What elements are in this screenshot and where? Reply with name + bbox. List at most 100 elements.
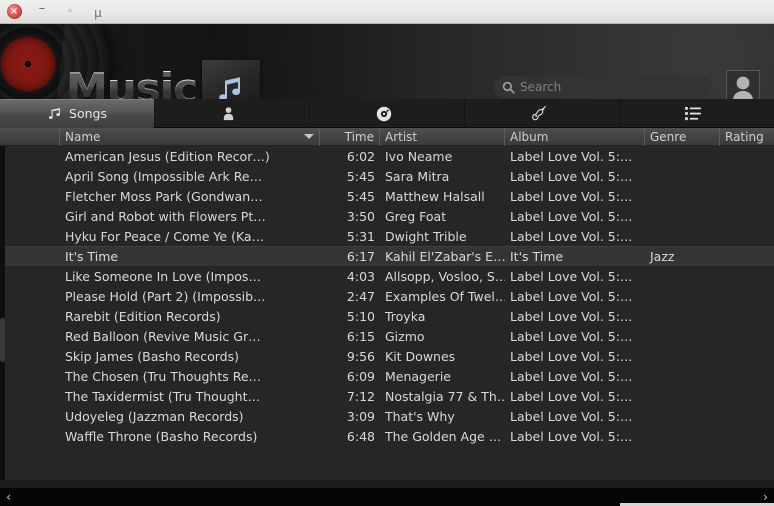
user-avatar-icon — [733, 76, 753, 99]
cell-genre — [645, 206, 720, 226]
table-row[interactable]: American Jesus (Edition Recor…) 6:02 Ivo N… — [0, 146, 774, 166]
cell-album: Label Love Vol. 5:… — [510, 348, 633, 364]
list-icon — [685, 106, 701, 121]
column-header-name[interactable]: Name — [60, 127, 320, 146]
window-maximize-button[interactable]: ◦ — [56, 0, 84, 24]
tab-albums[interactable] — [310, 99, 465, 128]
page-title: Music — [66, 64, 198, 99]
menu-icon: μ — [94, 5, 102, 20]
column-header-album[interactable]: Album — [505, 127, 645, 146]
song-list[interactable]: American Jesus (Edition Recor…) 6:02 Ivo N… — [0, 146, 774, 480]
cell-time: 6:17 — [346, 248, 375, 264]
table-row[interactable]: It's Time 6:17 Kahil El'Zabar's E… It's Tim… — [0, 246, 774, 266]
cell-artist: The Golden Age … — [385, 428, 502, 444]
table-row[interactable]: Rarebit (Edition Records) 5:10 Troyka Label… — [0, 306, 774, 326]
row-gutter — [0, 326, 60, 346]
cell-name: Hyku For Peace / Come Ye (Ka… — [65, 228, 265, 244]
music-note-icon — [219, 77, 240, 99]
cell-name: Waffle Throne (Basho Records) — [65, 428, 258, 444]
cell-time: 5:45 — [346, 168, 375, 184]
search-input[interactable] — [520, 80, 704, 94]
column-header-genre-label: Genre — [650, 129, 687, 144]
cell-rating — [720, 266, 774, 286]
cell-artist: Allsopp, Vosloo, S… — [385, 268, 505, 284]
tab-genres[interactable] — [465, 99, 620, 128]
cell-time: 2:47 — [346, 288, 375, 304]
window-close-button[interactable]: × — [0, 0, 28, 24]
window-minimize-button[interactable]: – — [28, 0, 56, 24]
cell-artist: Troyka — [385, 308, 426, 324]
status-strip — [0, 480, 774, 487]
tab-bar: Songs — [0, 99, 774, 128]
cell-name: April Song (Impossible Ark Re… — [65, 168, 263, 184]
minimize-icon: – — [38, 1, 46, 16]
cell-rating — [720, 326, 774, 346]
table-row[interactable]: Fletcher Moss Park (Gondwan… 5:45 Matthew … — [0, 186, 774, 206]
cell-genre — [645, 166, 720, 186]
column-header-time-label: Time — [344, 129, 374, 144]
scroll-left-icon[interactable]: ‹ — [0, 488, 17, 506]
music-note-icon — [48, 107, 60, 120]
cell-artist: Ivo Neame — [385, 148, 453, 164]
cell-album: Label Love Vol. 5:… — [510, 408, 633, 424]
cell-rating — [720, 366, 774, 386]
table-row[interactable]: The Taxidermist (Tru Thought… 7:12 Nostalg… — [0, 386, 774, 406]
cell-album: Label Love Vol. 5:… — [510, 428, 633, 444]
cell-rating — [720, 286, 774, 306]
cell-genre — [645, 346, 720, 366]
table-row[interactable]: Girl and Robot with Flowers Pt… 3:50 Greg … — [0, 206, 774, 226]
cell-album: Label Love Vol. 5:… — [510, 288, 633, 304]
table-row[interactable]: Like Someone In Love (Impos… 4:03 Allsopp,… — [0, 266, 774, 286]
cell-time: 3:09 — [346, 408, 375, 424]
cell-genre — [645, 326, 720, 346]
row-gutter — [0, 186, 60, 206]
column-header-time[interactable]: Time — [320, 127, 380, 146]
column-header-rating[interactable]: Rating — [720, 128, 774, 146]
table-row[interactable]: Udoyeleg (Jazzman Records) 3:09 That's Why… — [0, 406, 774, 426]
disc-icon — [376, 106, 391, 121]
table-row[interactable]: April Song (Impossible Ark Re… 5:45 Sara M… — [0, 166, 774, 186]
cell-name: It's Time — [65, 248, 119, 264]
cell-name: Girl and Robot with Flowers Pt… — [65, 208, 266, 224]
row-gutter — [0, 206, 60, 226]
tab-songs[interactable]: Songs — [0, 99, 155, 128]
vertical-scrollbar-thumb[interactable] — [0, 318, 5, 362]
cell-name: Like Someone In Love (Impos… — [65, 268, 261, 284]
cell-name: The Chosen (Tru Thoughts Re… — [65, 368, 262, 384]
guitar-icon — [532, 105, 546, 121]
table-row[interactable]: Please Hold (Part 2) (Impossib… 2:47 Examp… — [0, 286, 774, 306]
tab-playlists[interactable] — [620, 99, 774, 128]
cell-time: 9:56 — [346, 348, 375, 364]
cell-rating — [720, 426, 774, 446]
cell-artist: Gizmo — [385, 328, 425, 344]
column-header-genre[interactable]: Genre — [645, 127, 720, 146]
column-header-artist[interactable]: Artist — [380, 127, 505, 146]
cell-time: 5:45 — [346, 188, 375, 204]
cell-name: Please Hold (Part 2) (Impossib… — [65, 288, 266, 304]
row-gutter — [0, 166, 60, 186]
song-rows: American Jesus (Edition Recor…) 6:02 Ivo N… — [0, 146, 774, 446]
table-row[interactable]: Skip James (Basho Records) 9:56 Kit Downes… — [0, 346, 774, 366]
search-box[interactable] — [494, 76, 712, 98]
cell-album: Label Love Vol. 5:… — [510, 208, 633, 224]
cell-time: 6:09 — [346, 368, 375, 384]
avatar[interactable] — [726, 70, 760, 99]
row-gutter — [0, 426, 60, 446]
cell-time: 3:50 — [346, 208, 375, 224]
vertical-scrollbar[interactable] — [0, 146, 5, 480]
cell-artist: Kahil El'Zabar's E… — [385, 248, 505, 264]
table-row[interactable]: Red Balloon (Revive Music Gr… 6:15 Gizmo La… — [0, 326, 774, 346]
column-header-artist-label: Artist — [385, 129, 418, 144]
cell-rating — [720, 206, 774, 226]
hero-banner: Music 0:00 ( — [0, 24, 774, 99]
table-row[interactable]: The Chosen (Tru Thoughts Re… 6:09 Menageri… — [0, 366, 774, 386]
cell-album: Label Love Vol. 5:… — [510, 168, 633, 184]
table-row[interactable]: Hyku For Peace / Come Ye (Ka… 5:31 Dwight … — [0, 226, 774, 246]
cell-time: 5:31 — [346, 228, 375, 244]
row-gutter — [0, 246, 60, 266]
cell-artist: Examples Of Twel… — [385, 288, 505, 304]
cell-name: The Taxidermist (Tru Thought… — [65, 388, 260, 404]
tab-artists[interactable] — [155, 99, 310, 128]
table-row[interactable]: Waffle Throne (Basho Records) 6:48 The Gol… — [0, 426, 774, 446]
window-menu-button[interactable]: μ — [84, 0, 112, 24]
